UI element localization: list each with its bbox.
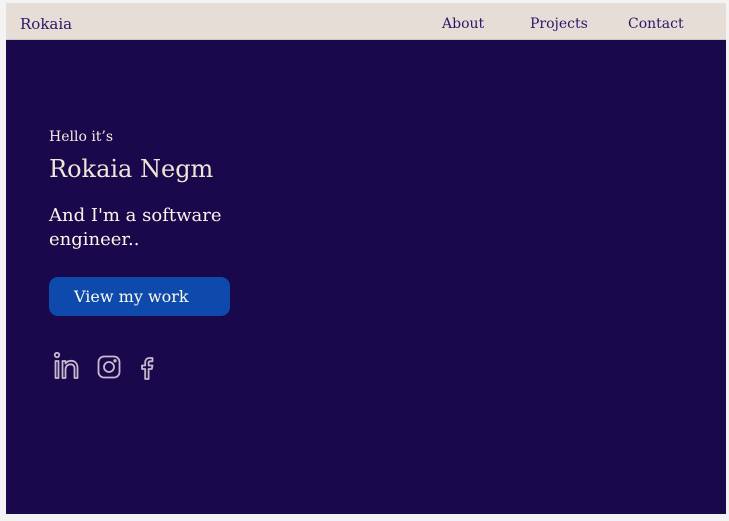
page-frame: Rokaia About Projects Contact Hello it’s… [6,3,726,514]
instagram-icon [95,351,123,381]
hero-greeting: Hello it’s [49,129,114,145]
view-my-work-button[interactable]: View my work [49,277,230,316]
linkedin-icon [53,351,81,381]
nav-link-about[interactable]: About [442,16,484,33]
nav-link-projects[interactable]: Projects [530,16,588,33]
brand-logo[interactable]: Rokaia [20,16,72,33]
hero-tagline: And I'm a software engineer.. [49,205,222,250]
hero-name: Rokaia Negm [49,155,214,183]
navbar: Rokaia About Projects Contact [6,3,726,40]
facebook-icon [134,351,162,381]
facebook-link[interactable] [134,351,162,381]
nav-link-contact[interactable]: Contact [628,16,684,33]
linkedin-link[interactable] [53,351,81,381]
instagram-link[interactable] [95,351,123,381]
